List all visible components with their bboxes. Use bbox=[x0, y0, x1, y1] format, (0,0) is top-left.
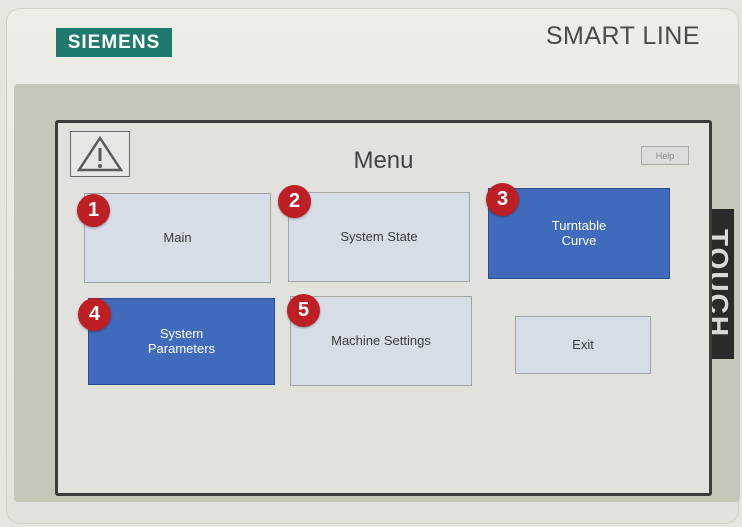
series-label: SMART LINE bbox=[545, 22, 700, 50]
help-button[interactable]: Help bbox=[641, 146, 689, 165]
page-title: Menu bbox=[353, 147, 414, 174]
badge-2: 2 bbox=[278, 185, 311, 218]
exit-button[interactable]: Exit bbox=[515, 316, 651, 374]
badge-1: 1 bbox=[77, 194, 110, 227]
system-state-button[interactable]: System State bbox=[288, 192, 470, 282]
badge-4: 4 bbox=[78, 298, 111, 331]
badge-3: 3 bbox=[486, 183, 519, 216]
hmi-screen: Menu Help Main 1 System State 2 Turntabl… bbox=[55, 120, 712, 496]
badge-5: 5 bbox=[287, 294, 320, 327]
brand-logo: SIEMENS bbox=[56, 28, 172, 57]
system-parameters-button[interactable]: System Parameters bbox=[88, 298, 275, 385]
main-button[interactable]: Main bbox=[84, 193, 271, 283]
